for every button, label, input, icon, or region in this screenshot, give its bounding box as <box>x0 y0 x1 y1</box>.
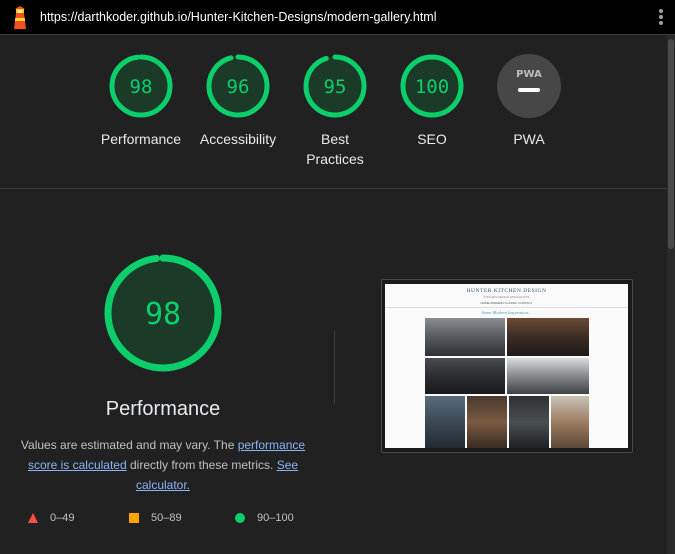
gauge-score: 96 <box>227 76 250 98</box>
kitchen-photo <box>425 318 505 356</box>
gauge-best-practices[interactable]: 95 Best Practices <box>285 53 385 169</box>
legend-fail: 0–49 <box>28 512 74 524</box>
gauge-label: Performance <box>100 131 182 147</box>
performance-title: Performance <box>105 398 221 420</box>
gauge-label: SEO <box>417 131 447 147</box>
kitchen-photo <box>425 358 505 394</box>
vertical-separator <box>334 330 335 404</box>
score-legend: 0–49 50–89 90–100 <box>0 512 330 532</box>
performance-score-gauge: 98 <box>104 254 222 372</box>
site-subheading: KITCHEN DESIGN SPECIALISTS <box>483 295 530 299</box>
score-ring: 96 <box>206 54 270 118</box>
fail-triangle-icon <box>28 513 38 523</box>
scrollbar-thumb[interactable] <box>668 39 674 249</box>
score-ring: 95 <box>303 54 367 118</box>
page-url[interactable]: https://darthkoder.github.io/Hunter-Kitc… <box>40 10 437 24</box>
gauge-score: 100 <box>415 76 449 98</box>
kitchen-photo <box>467 396 507 448</box>
report-topbar: https://darthkoder.github.io/Hunter-Kitc… <box>0 0 675 35</box>
pwa-badge-icon: PWA <box>497 54 561 118</box>
kitchen-photo <box>507 358 589 394</box>
gauge-label: Accessibility <box>199 131 277 147</box>
kitchen-photo <box>425 396 465 448</box>
site-heading: HUNTER KITCHEN DESIGN <box>466 288 547 294</box>
score-ring: 98 <box>109 54 173 118</box>
kitchen-photo <box>507 318 589 356</box>
site-nav: HOME MODERN CLASSIC CONTACT <box>480 301 533 305</box>
scrollbar[interactable] <box>667 35 675 554</box>
gauge-seo[interactable]: 100 SEO <box>382 53 482 149</box>
final-screenshot[interactable]: HUNTER KITCHEN DESIGN KITCHEN DESIGN SPE… <box>385 284 628 448</box>
average-square-icon <box>129 513 139 523</box>
category-gauges: 98 Performance 96 Accessibility 95 Best … <box>0 35 667 188</box>
gauge-score: 98 <box>130 76 153 98</box>
site-rule <box>385 307 628 308</box>
gauge-performance[interactable]: 98 Performance <box>91 53 191 149</box>
kitchen-photo <box>551 396 589 448</box>
more-options-icon[interactable] <box>657 9 665 27</box>
legend-pass: 90–100 <box>235 512 294 524</box>
gauge-pwa[interactable]: PWA PWA <box>479 53 579 149</box>
score-ring: 100 <box>400 54 464 118</box>
pass-circle-icon <box>235 513 245 523</box>
lighthouse-icon <box>14 6 26 29</box>
legend-average: 50–89 <box>129 512 182 524</box>
gauge-label: PWA <box>513 131 545 147</box>
performance-description: Values are estimated and may vary. The p… <box>20 438 306 492</box>
site-tagline: Some Modern Inspiration... <box>481 310 532 315</box>
section-divider <box>0 188 667 189</box>
gauge-score: 95 <box>324 76 347 98</box>
gauge-label: Best Practices <box>306 131 364 167</box>
kitchen-photo <box>509 396 549 448</box>
performance-score: 98 <box>145 297 181 332</box>
gauge-accessibility[interactable]: 96 Accessibility <box>188 53 288 149</box>
svg-text:PWA: PWA <box>516 69 542 80</box>
